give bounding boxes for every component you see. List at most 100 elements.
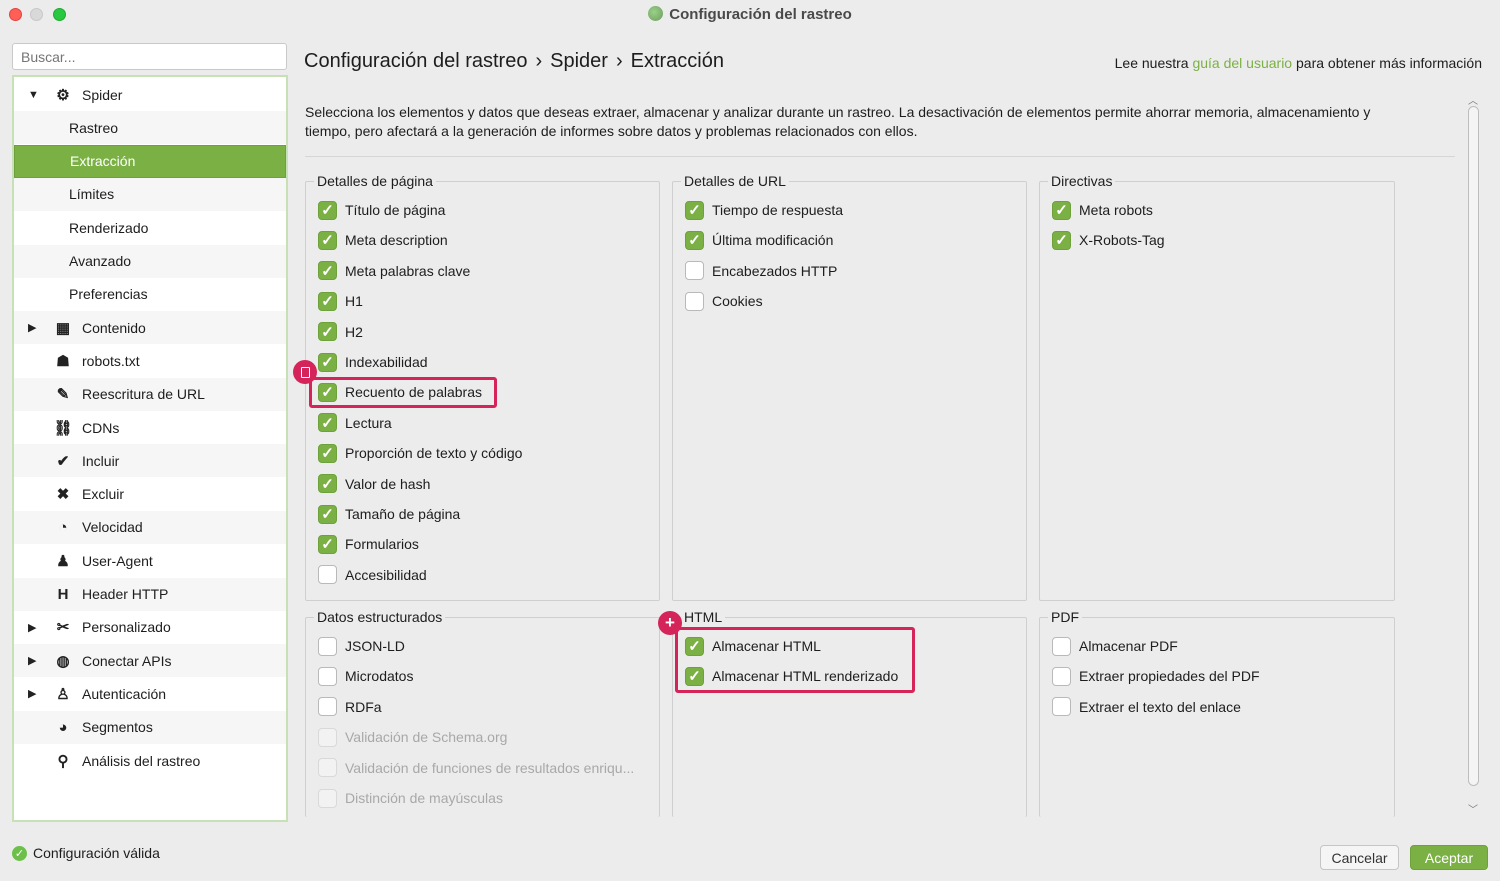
checkbox-label: JSON-LD [345,638,405,654]
sidebar-item[interactable]: ▶ ▦ Contenido [14,311,286,345]
checkbox-checked[interactable]: ✓ [1052,230,1071,250]
group-title: PDF [1048,609,1082,625]
sidebar-item[interactable]: ⚲ Análisis del rastreo [14,744,286,777]
sidebar-item[interactable]: Avanzado [14,244,286,278]
checkbox-row[interactable]: Almacenar PDF [1052,635,1178,657]
checkbox-row[interactable]: ✓ H2 [318,321,363,343]
checkbox-checked[interactable]: ✓ [685,230,704,250]
search-input[interactable] [12,43,287,70]
expand-down-icon[interactable]: ▼ [28,89,39,101]
checkbox-row[interactable]: ✓ Indexabilidad [318,351,428,373]
sidebar-item[interactable]: ◕ Segmentos [14,710,286,744]
help-text: Lee nuestra guía del usuario para obtene… [1115,55,1482,71]
annotation-badge: + [658,611,682,635]
checkbox-row[interactable]: Encabezados HTTP [685,260,837,282]
checkbox-checked[interactable]: ✓ [318,261,337,281]
accept-button[interactable]: Aceptar [1410,845,1488,870]
sidebar-item-label: Incluir [82,452,120,469]
checkbox-row[interactable]: ✓ Proporción de texto y código [318,442,522,464]
sidebar-item[interactable]: ☗ robots.txt [14,344,286,377]
checkbox-checked[interactable]: ✓ [318,352,337,372]
cancel-button[interactable]: Cancelar [1320,845,1399,870]
checkbox-row[interactable]: ✓ Última modificación [685,229,833,251]
checkbox-label: Tamaño de página [345,506,461,522]
sidebar-item[interactable]: ✖ Excluir [14,478,286,511]
checkbox-checked[interactable]: ✓ [318,291,337,311]
sidebar-item[interactable]: ▼ ⚙ Spider [14,78,286,111]
checkbox-unchecked[interactable] [1052,666,1071,686]
checkbox-label: Meta palabras clave [345,262,471,279]
checkbox-unchecked[interactable] [318,565,337,585]
sidebar-item[interactable]: ◔ Velocidad [14,510,286,544]
checkbox-checked[interactable]: ✓ [318,413,337,433]
sidebar-item[interactable]: H Header HTTP [14,577,286,611]
annotation-badge [293,360,317,384]
checkbox-row[interactable]: ✓ H1 [318,290,363,312]
checkbox-row[interactable]: ✓ Título de página [318,199,445,221]
checkbox-unchecked[interactable] [1052,636,1071,656]
checkbox-checked[interactable]: ✓ [318,504,337,524]
expand-right-icon[interactable]: ▶ [28,621,36,634]
checkbox-checked[interactable]: ✓ [318,443,337,463]
sidebar-item[interactable]: Extracción [14,144,286,178]
expand-right-icon[interactable]: ▶ [28,654,36,667]
group-title: Datos estructurados [314,609,446,625]
checkbox-label: RDFa [345,698,382,715]
checkbox-row[interactable]: ✓ Tiempo de respuesta [685,199,843,221]
checkbox-checked[interactable]: ✓ [1052,200,1071,220]
sidebar-item[interactable]: Renderizado [14,211,286,244]
square-icon [300,366,310,378]
checkbox-checked[interactable]: ✓ [685,200,704,220]
sidebar-item[interactable]: ▶ ✂ Personalizado [14,611,286,644]
checkbox-label: Tiempo de respuesta [712,202,843,218]
chevron-down-icon[interactable]: ﹀ [1468,801,1478,816]
chevron-up-icon[interactable]: ︿ [1468,92,1478,107]
gear-icon: ⚙ [56,86,70,104]
checkbox-row[interactable]: Extraer propiedades del PDF [1052,665,1260,687]
checkbox-row[interactable]: ✓ X-Robots-Tag [1052,229,1165,251]
sidebar-item[interactable]: ✔ Incluir [14,444,286,478]
expand-right-icon[interactable]: ▶ [28,321,36,334]
checkbox-row: Validación de funciones de resultados en… [318,757,634,779]
gauge-icon: ◔ [58,518,68,536]
sidebar-item[interactable]: ▶ ♙ Autenticación [14,677,286,710]
scrollbar-thumb[interactable] [1468,106,1479,786]
checkbox-checked[interactable]: ✓ [318,200,337,220]
expand-right-icon[interactable]: ▶ [28,687,36,700]
checkbox-row[interactable]: Extraer el texto del enlace [1052,696,1241,718]
checkbox-unchecked[interactable] [1052,697,1071,717]
checkbox-row[interactable]: Accesibilidad [318,564,427,586]
checkbox-checked[interactable]: ✓ [318,322,337,342]
checkbox-row[interactable]: ✓ Meta description [318,229,448,251]
checkbox-row[interactable]: ✓ Meta robots [1052,199,1153,221]
sidebar-item[interactable]: Preferencias [14,278,286,311]
checkbox-checked[interactable]: ✓ [318,534,337,554]
breadcrumb: Configuración del rastreo › Spider › Extracc… [304,50,724,73]
checkbox-unchecked[interactable] [685,291,704,311]
checkbox-row[interactable]: ✓ Lectura [318,412,392,434]
checkbox-unchecked[interactable] [318,666,337,686]
checkbox-row[interactable]: ✓ Valor de hash [318,473,430,495]
sidebar-item[interactable]: Rastreo [14,111,286,145]
checkbox-checked[interactable]: ✓ [318,474,337,494]
sidebar-item[interactable]: ♟ User-Agent [14,544,286,577]
checkbox-row[interactable]: JSON-LD [318,635,405,657]
checkbox-checked[interactable]: ✓ [318,230,337,250]
checkbox-row[interactable]: ✓ Meta palabras clave [318,260,470,282]
checkbox-unchecked[interactable] [318,697,337,717]
sidebar-item[interactable]: ⛓ CDNs [14,411,286,444]
sidebar-item-label: Excluir [82,486,125,503]
sidebar-item[interactable]: ✎ Reescritura de URL [14,377,286,411]
checkbox-row[interactable]: Microdatos [318,665,413,687]
checkbox-row[interactable]: ✓ Tamaño de página [318,503,460,525]
checkbox-unchecked[interactable] [685,261,704,281]
checkbox-row[interactable]: ✓ Formularios [318,533,419,555]
agent-icon: ♟ [56,552,70,570]
user-guide-link[interactable]: guía del usuario [1192,55,1292,71]
checkbox-unchecked[interactable] [318,636,337,656]
sidebar-item[interactable]: ▶ ◍ Conectar APIs [14,644,286,678]
checkbox-row[interactable]: Cookies [685,290,763,312]
sidebar-item[interactable]: Límites [14,177,286,211]
checkbox-row[interactable]: RDFa [318,696,382,718]
scrollbar[interactable]: ︿ ﹀ [1466,92,1481,816]
